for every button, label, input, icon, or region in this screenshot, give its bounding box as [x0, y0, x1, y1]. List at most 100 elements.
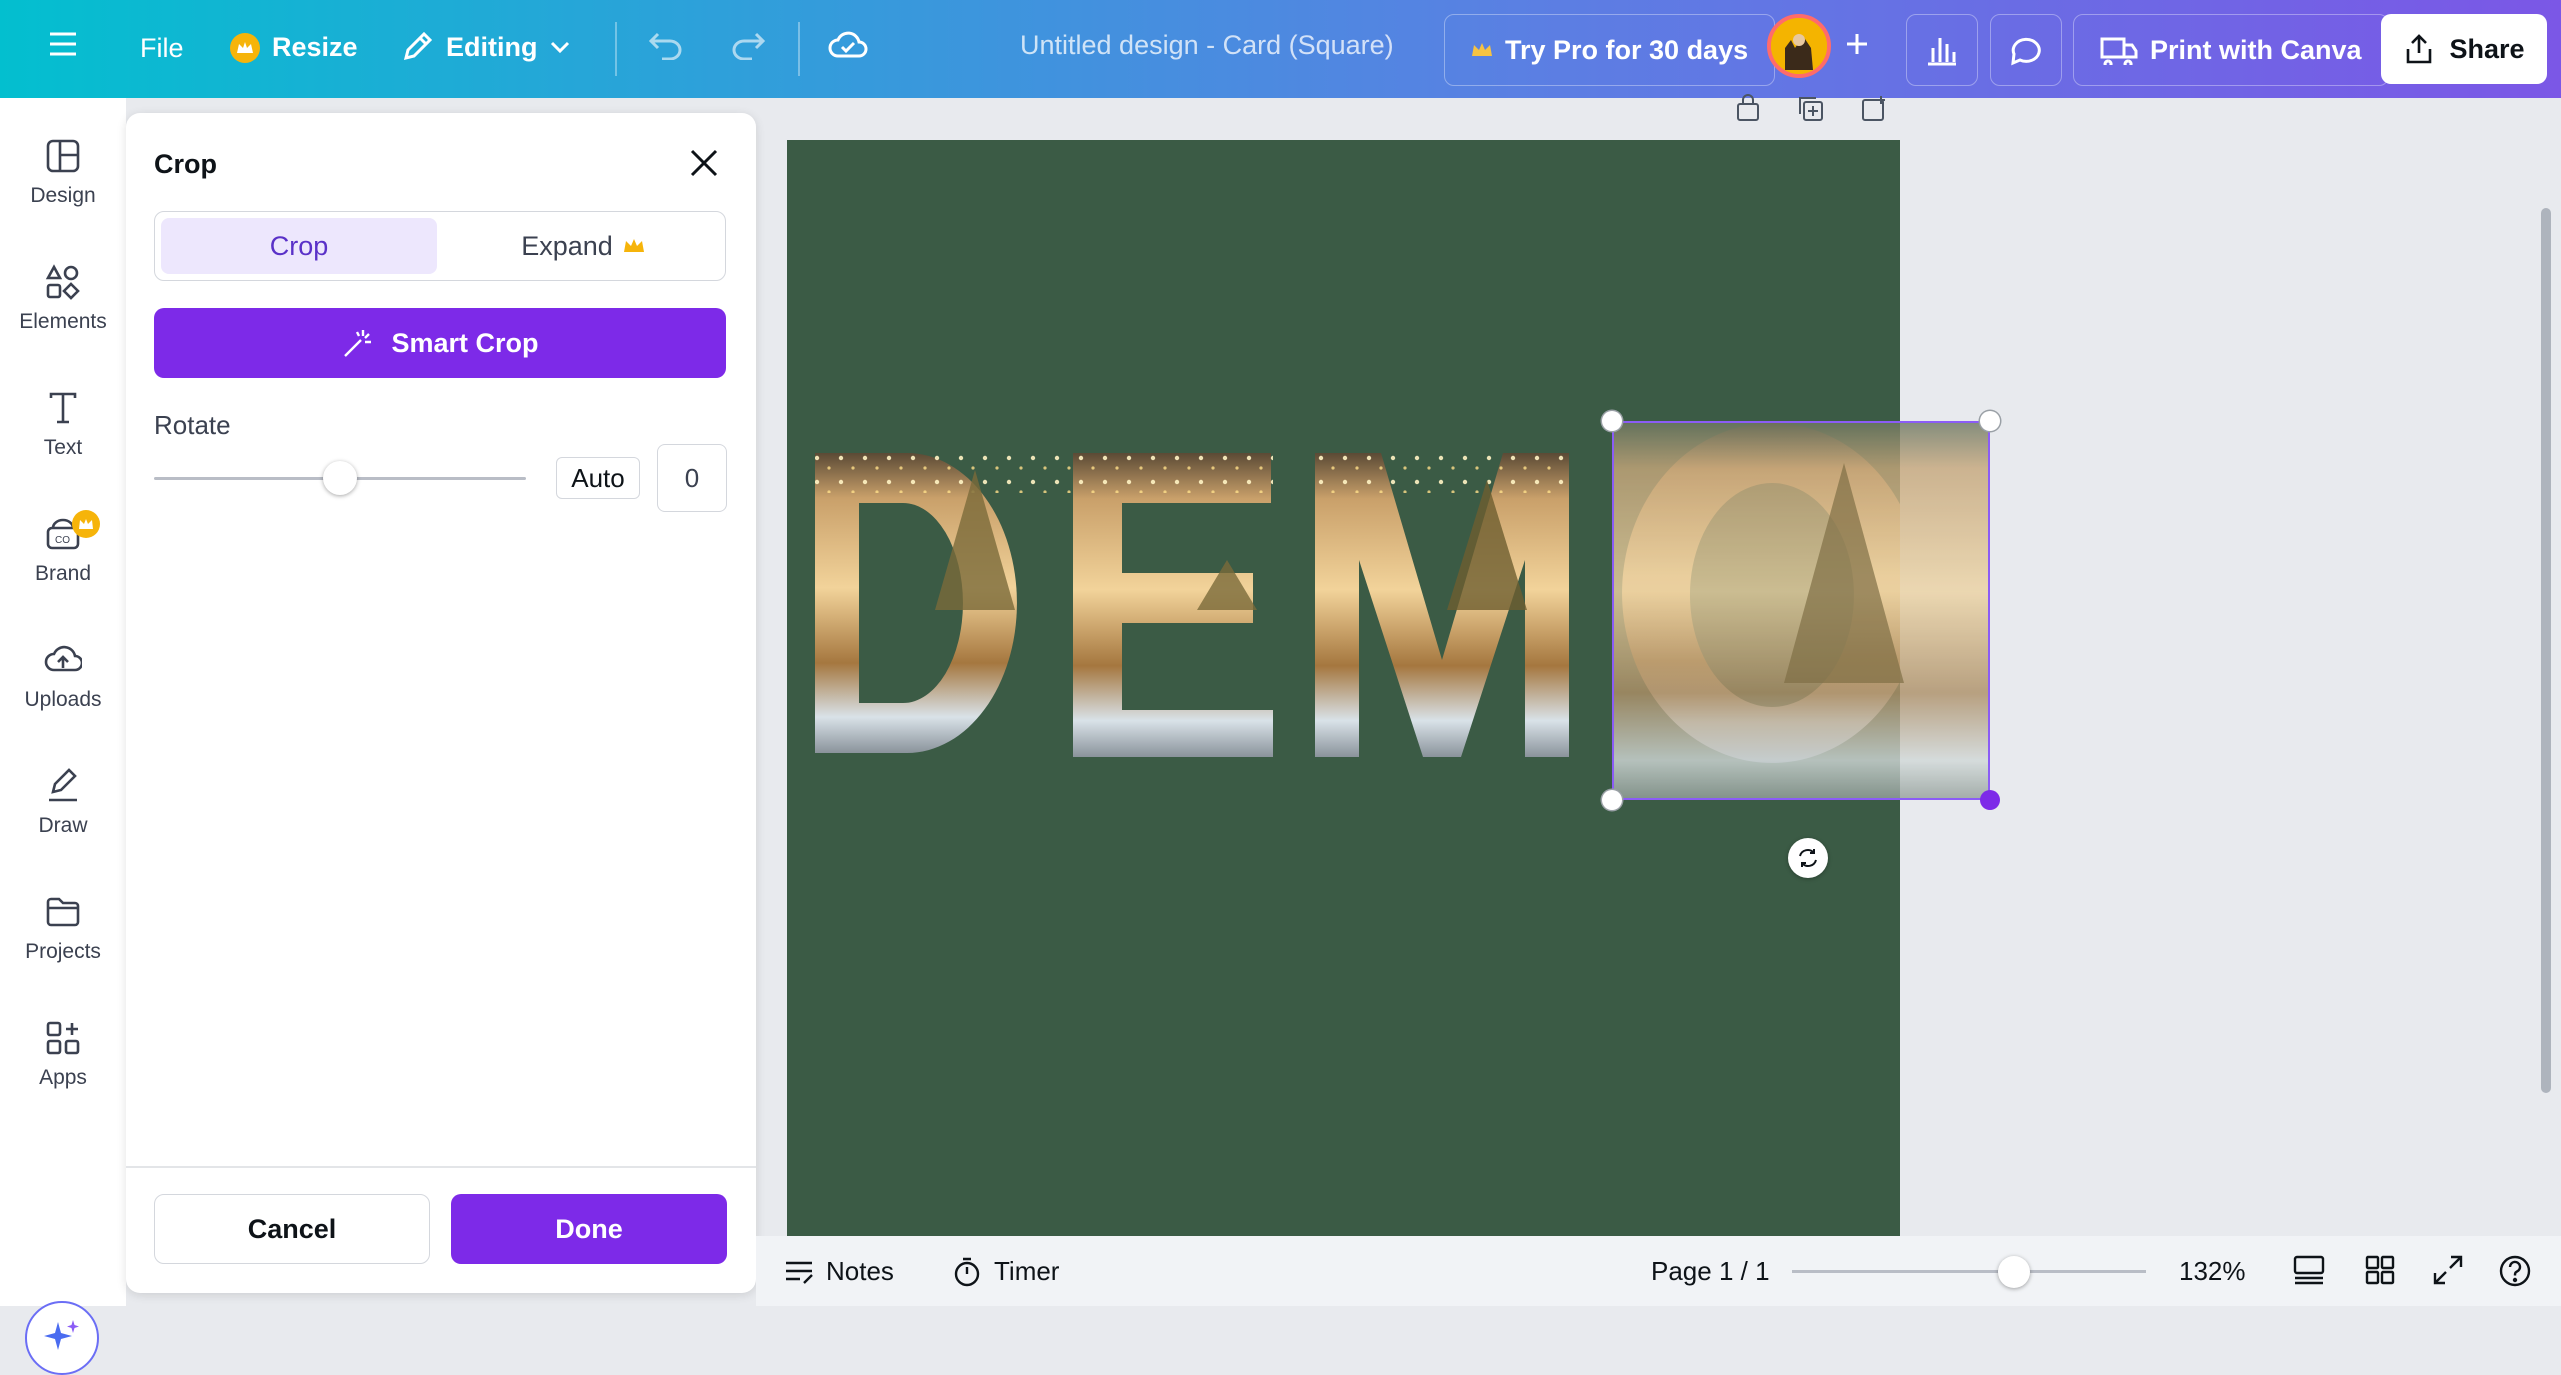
rotate-handle[interactable]	[1788, 838, 1828, 878]
file-menu-label: File	[140, 33, 184, 63]
duplicate-page-button[interactable]	[1796, 94, 1824, 122]
sidebar-item-label: Draw	[38, 814, 88, 837]
sidebar-item-draw[interactable]: Draw	[0, 768, 126, 838]
sidebar-item-brand[interactable]: CO Brand	[0, 510, 126, 586]
pro-crown-badge	[72, 510, 100, 538]
zoom-slider-thumb[interactable]	[1998, 1256, 2030, 1288]
text-icon	[49, 392, 77, 424]
resize-label: Resize	[272, 32, 358, 62]
bottom-toolbar: Notes Timer Page 1 / 1 132%	[756, 1236, 2561, 1306]
close-icon	[690, 149, 718, 177]
sidebar-item-label: Elements	[19, 310, 107, 333]
pages-view-icon	[2293, 1255, 2325, 1285]
page-indicator[interactable]: Page 1 / 1	[1651, 1256, 1770, 1287]
smart-crop-label: Smart Crop	[391, 327, 539, 358]
add-collaborator-button[interactable]	[1843, 30, 1871, 58]
rotate-auto-button[interactable]: Auto	[556, 457, 640, 499]
crop-frame[interactable]	[1612, 421, 1990, 800]
truck-icon	[2100, 37, 2138, 65]
rotate-angle-input[interactable]: 0	[657, 444, 727, 512]
elements-icon	[45, 264, 80, 300]
lock-element-button[interactable]	[1734, 94, 1762, 122]
smart-crop-button[interactable]: Smart Crop	[154, 308, 726, 378]
zoom-label: 132%	[2179, 1256, 2246, 1286]
tab-expand-label: Expand	[521, 230, 613, 261]
crown-icon	[230, 32, 260, 63]
add-page-button[interactable]	[1860, 94, 1888, 122]
grid-view-button[interactable]	[2364, 1254, 2396, 1286]
bar-chart-icon	[1928, 38, 1956, 66]
avatar[interactable]	[1767, 14, 1831, 78]
resize-button[interactable]: Resize	[230, 32, 358, 63]
comments-button[interactable]	[1990, 14, 2062, 86]
magic-assistant-button[interactable]	[25, 1301, 99, 1375]
share-label: Share	[2449, 33, 2525, 64]
letter-m	[1315, 453, 1569, 757]
add-page-icon	[1862, 96, 1885, 121]
crop-image-preview	[1614, 423, 1988, 798]
rotate-icon	[1799, 849, 1817, 867]
done-button[interactable]: Done	[451, 1194, 727, 1264]
sidebar-item-uploads[interactable]: Uploads	[0, 642, 126, 712]
timer-icon	[954, 1257, 980, 1286]
undo-button[interactable]	[648, 30, 684, 60]
redo-button[interactable]	[730, 30, 766, 60]
help-icon	[2499, 1255, 2531, 1287]
sidebar-item-apps[interactable]: Apps	[0, 1020, 126, 1090]
share-button[interactable]: Share	[2381, 14, 2547, 84]
pages-view-button[interactable]	[2292, 1254, 2326, 1286]
editing-mode-dropdown[interactable]: Editing	[400, 30, 571, 64]
crop-handle-bottom-left[interactable]	[1602, 790, 1622, 810]
left-sidebar: Design Elements Text CO Brand Uploads Dr…	[0, 98, 126, 1375]
sidebar-item-label: Text	[43, 436, 83, 459]
print-with-canva-button[interactable]: Print with Canva	[2073, 14, 2389, 86]
cloud-check-icon	[828, 31, 868, 58]
crop-handle-top-left[interactable]	[1602, 411, 1622, 431]
cancel-button[interactable]: Cancel	[154, 1194, 430, 1264]
lock-icon	[1737, 94, 1759, 121]
try-pro-button[interactable]: Try Pro for 30 days	[1444, 14, 1776, 86]
tab-expand[interactable]: Expand	[445, 218, 721, 274]
main-menu-button[interactable]	[48, 30, 78, 58]
toolbar-divider	[798, 22, 800, 76]
help-button[interactable]	[2498, 1254, 2532, 1288]
document-title[interactable]: Untitled design - Card (Square)	[1020, 30, 1394, 61]
duplicate-icon	[1799, 97, 1823, 121]
notes-button[interactable]: Notes	[784, 1256, 894, 1287]
tab-crop[interactable]: Crop	[161, 218, 437, 274]
file-menu-button[interactable]: File	[140, 33, 184, 64]
timer-button[interactable]: Timer	[952, 1256, 1059, 1287]
notes-icon	[786, 1261, 813, 1284]
sidebar-item-label: Brand	[34, 562, 92, 585]
crop-panel: Crop Crop Expand Smart Crop Rotate Auto …	[126, 113, 756, 1293]
crop-handle-top-right[interactable]	[1980, 411, 2000, 431]
panel-title: Crop	[154, 149, 217, 179]
fullscreen-button[interactable]	[2432, 1254, 2464, 1286]
projects-icon	[46, 897, 80, 927]
save-status-button[interactable]	[828, 28, 868, 62]
pencil-icon	[403, 31, 433, 61]
close-panel-button[interactable]	[686, 145, 722, 181]
redo-icon	[732, 32, 766, 60]
tab-crop-label: Crop	[269, 230, 329, 261]
vertical-scrollbar[interactable]	[2541, 208, 2551, 1093]
sidebar-item-elements[interactable]: Elements	[0, 264, 126, 334]
crown-icon	[79, 519, 93, 529]
share-icon	[2407, 34, 2432, 64]
chevron-down-icon	[551, 41, 570, 54]
sidebar-item-projects[interactable]: Projects	[0, 894, 126, 964]
sparkle-icon	[44, 1320, 79, 1350]
svg-text:CO: CO	[55, 535, 70, 546]
zoom-slider-track[interactable]	[1792, 1270, 2146, 1273]
uploads-icon	[44, 645, 82, 672]
sidebar-item-text[interactable]: Text	[0, 390, 126, 460]
rotate-slider-thumb[interactable]	[323, 461, 357, 495]
cancel-label: Cancel	[247, 1213, 337, 1244]
crown-icon	[623, 239, 644, 252]
crop-handle-bottom-right[interactable]	[1980, 790, 2000, 810]
draw-icon	[49, 768, 77, 802]
insights-button[interactable]	[1906, 14, 1978, 86]
sidebar-item-design[interactable]: Design	[0, 138, 126, 208]
try-pro-label: Try Pro for 30 days	[1505, 34, 1749, 65]
zoom-level-button[interactable]: 132%	[2179, 1256, 2246, 1287]
